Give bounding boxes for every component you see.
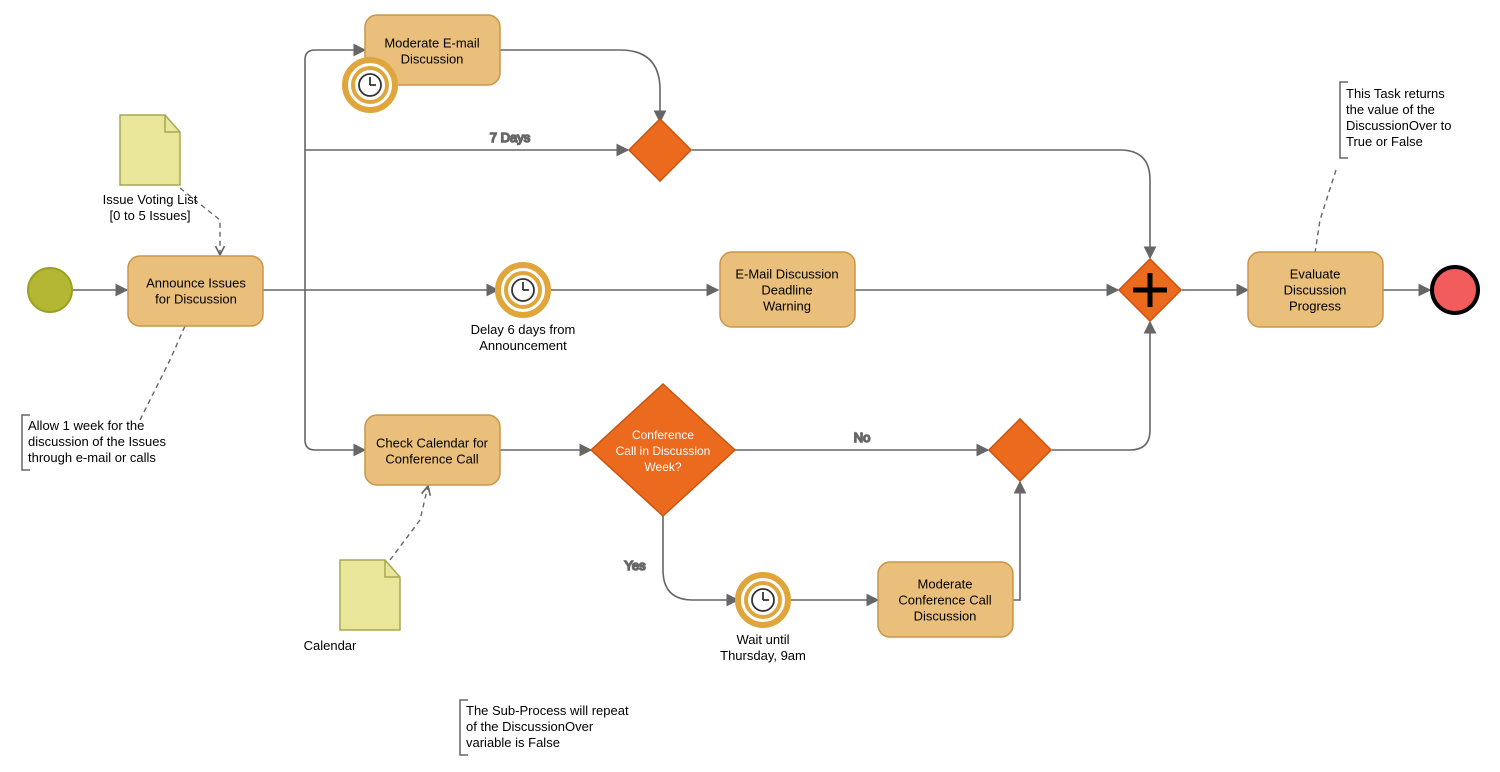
- task-call-line3: Discussion: [914, 608, 977, 623]
- task-deadline-line2: Deadline: [761, 282, 812, 297]
- task-call-line1: Moderate: [918, 576, 973, 591]
- anno-returns-line4: True or False: [1346, 134, 1423, 149]
- anno-allow-line2: discussion of the Issues: [28, 434, 167, 449]
- anno-allow-line3: through e-mail or calls: [28, 450, 156, 465]
- task-moderate-email-line2: Discussion: [401, 51, 464, 66]
- task-check-line1: Check Calendar for: [376, 435, 489, 450]
- assoc-calendar-check: [390, 486, 428, 560]
- gateway-conf-line1: Conference: [632, 428, 694, 442]
- task-evaluate-line1: Evaluate: [1290, 266, 1341, 281]
- doc-voting-list[interactable]: Issue Voting List [0 to 5 Issues]: [103, 115, 198, 223]
- bpmn-diagram: 7 Days No Yes: [0, 0, 1500, 772]
- task-evaluate[interactable]: Evaluate Discussion Progress: [1248, 252, 1383, 327]
- task-deadline-line1: E-Mail Discussion: [735, 266, 838, 281]
- gateway-conf-call[interactable]: Conference Call in Discussion Week?: [591, 384, 735, 516]
- task-call-line2: Conference Call: [898, 592, 991, 607]
- gateway-conf-line3: Week?: [644, 460, 681, 474]
- end-event[interactable]: [1432, 267, 1478, 313]
- gateway-merge-top[interactable]: [629, 119, 691, 181]
- anno-sub-line2: of the DiscussionOver: [466, 719, 594, 734]
- anno-returns-line3: DiscussionOver to: [1346, 118, 1451, 133]
- task-deadline-warning[interactable]: E-Mail Discussion Deadline Warning: [720, 252, 855, 327]
- task-check-calendar[interactable]: Check Calendar for Conference Call: [365, 415, 500, 485]
- anno-returns-line2: the value of the: [1346, 102, 1435, 117]
- task-announce-line2: for Discussion: [155, 291, 237, 306]
- label-no: No: [854, 430, 871, 445]
- annotation-task-returns: This Task returns the value of the Discu…: [1340, 82, 1451, 158]
- timer-delay-line2: Announcement: [479, 338, 567, 353]
- flow-yes-timer: [663, 516, 738, 600]
- timer-moderate-boundary[interactable]: [345, 60, 395, 110]
- doc-voting-line2: [0 to 5 Issues]: [110, 208, 191, 223]
- task-moderate-email-line1: Moderate E-mail: [384, 35, 479, 50]
- gateway-parallel-join[interactable]: [1119, 259, 1181, 321]
- timer-delay-line1: Delay 6 days from: [471, 322, 576, 337]
- assoc-allowweek-announce: [140, 326, 185, 420]
- label-7days: 7 Days: [490, 130, 531, 145]
- timer-delay-6days[interactable]: Delay 6 days from Announcement: [471, 265, 576, 353]
- associations: [140, 170, 1336, 560]
- task-evaluate-line3: Progress: [1289, 298, 1342, 313]
- timer-wait-thursday[interactable]: Wait until Thursday, 9am: [720, 575, 806, 663]
- assoc-returns-evaluate: [1315, 170, 1336, 253]
- anno-sub-line3: variable is False: [466, 735, 560, 750]
- task-deadline-line3: Warning: [763, 298, 811, 313]
- anno-allow-line1: Allow 1 week for the: [28, 418, 144, 433]
- flow-moderate-merge1: [500, 50, 660, 122]
- task-announce[interactable]: Announce Issues for Discussion: [128, 256, 263, 326]
- task-announce-line1: Announce Issues: [146, 275, 246, 290]
- gateway-merge-bottom[interactable]: [989, 419, 1051, 481]
- timer-wait-line2: Thursday, 9am: [720, 648, 806, 663]
- timer-wait-line1: Wait until: [737, 632, 790, 647]
- label-yes: Yes: [624, 558, 646, 573]
- task-check-line2: Conference Call: [385, 451, 478, 466]
- flow-merge2-join: [1052, 322, 1150, 450]
- anno-sub-line1: The Sub-Process will repeat: [466, 703, 629, 718]
- task-moderate-call[interactable]: Moderate Conference Call Discussion: [878, 562, 1013, 637]
- annotation-sub-repeat: The Sub-Process will repeat of the Discu…: [460, 700, 629, 755]
- doc-calendar-label: Calendar: [304, 638, 357, 653]
- flow-to-check-calendar: [305, 290, 365, 450]
- flow-merge1-join: [692, 150, 1150, 258]
- start-event[interactable]: [28, 268, 72, 312]
- gateway-conf-line2: Call in Discussion: [616, 444, 711, 458]
- doc-calendar[interactable]: Calendar: [304, 560, 400, 653]
- task-evaluate-line2: Discussion: [1284, 282, 1347, 297]
- doc-voting-line1: Issue Voting List: [103, 192, 198, 207]
- annotation-allow-week: Allow 1 week for the discussion of the I…: [22, 415, 167, 470]
- anno-returns-line1: This Task returns: [1346, 86, 1445, 101]
